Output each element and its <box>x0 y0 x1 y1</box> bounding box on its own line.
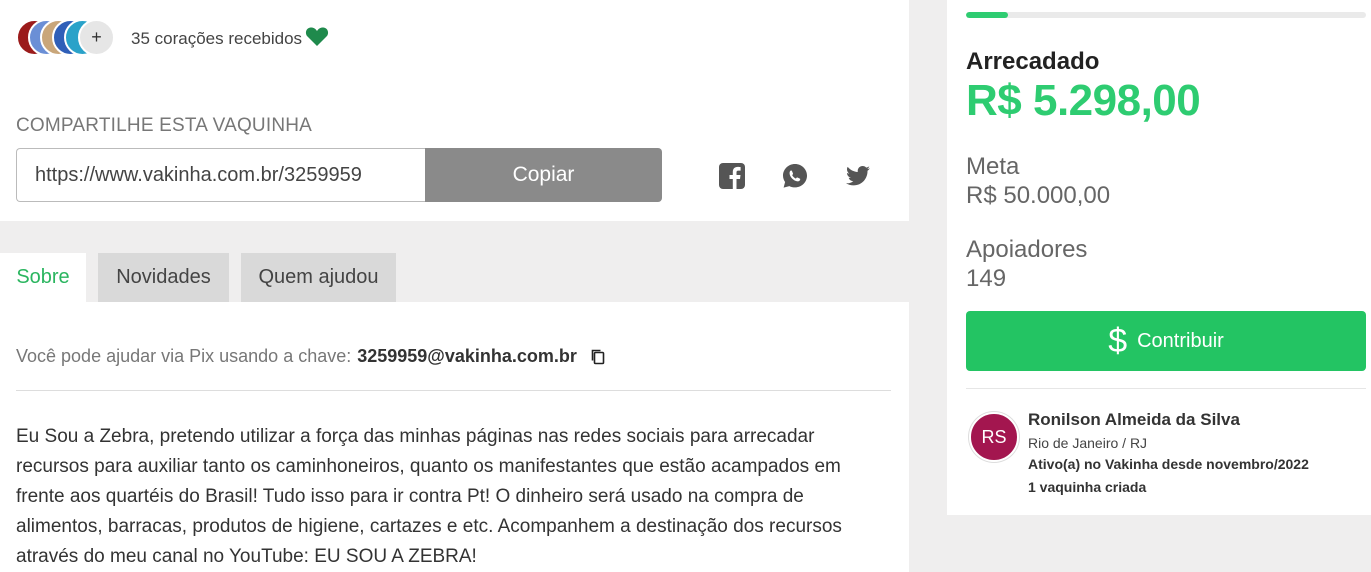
more-avatars-button[interactable]: + <box>78 19 115 56</box>
dollar-icon: $ <box>1108 322 1128 360</box>
pix-info: Você pode ajudar via Pix usando a chave:… <box>16 346 606 367</box>
about-content: Você pode ajudar via Pix usando a chave:… <box>0 302 909 572</box>
whatsapp-icon[interactable] <box>781 162 809 190</box>
share-url-input[interactable] <box>16 148 428 202</box>
copy-url-button[interactable]: Copiar <box>425 148 662 202</box>
tab-novidades[interactable]: Novidades <box>98 253 229 302</box>
supporter-avatars[interactable]: + <box>16 19 116 56</box>
copy-icon[interactable] <box>590 348 606 366</box>
share-card: + 35 corações recebidos COMPARTILHE ESTA… <box>0 0 909 221</box>
campaign-summary: Arrecadado R$ 5.298,00 Meta R$ 50.000,00… <box>947 0 1371 515</box>
raised-label: Arrecadado <box>966 48 1100 75</box>
progress-bar <box>966 12 1366 18</box>
owner-avatar[interactable]: RS <box>969 412 1019 462</box>
progress-fill <box>966 12 1009 18</box>
divider <box>966 388 1366 389</box>
raised-value: R$ 5.298,00 <box>966 76 1201 125</box>
supporters-value: 149 <box>966 265 1007 292</box>
tabs: Sobre Novidades Quem ajudou <box>0 253 909 302</box>
tab-sobre[interactable]: Sobre <box>0 253 86 302</box>
facebook-icon[interactable] <box>718 162 746 190</box>
tab-quem-ajudou[interactable]: Quem ajudou <box>241 253 396 302</box>
pix-text: Você pode ajudar via Pix usando a chave: <box>16 346 352 366</box>
pix-key[interactable]: 3259959@vakinha.com.br <box>357 346 577 366</box>
hearts-count: 35 corações recebidos <box>131 29 303 48</box>
share-title: COMPARTILHE ESTA VAQUINHA <box>16 115 313 136</box>
owner-campaigns: 1 vaquinha criada <box>1028 479 1147 495</box>
goal-label: Meta <box>966 153 1020 180</box>
left-column: + 35 corações recebidos COMPARTILHE ESTA… <box>0 0 909 572</box>
owner-name[interactable]: Ronilson Almeida da Silva <box>1028 410 1240 430</box>
owner-since: Ativo(a) no Vakinha desde novembro/2022 <box>1028 456 1309 472</box>
owner-location: Rio de Janeiro / RJ <box>1028 435 1148 451</box>
divider <box>16 390 891 391</box>
contribute-button[interactable]: $ Contribuir <box>966 311 1366 371</box>
contribute-label: Contribuir <box>1137 329 1224 352</box>
heart-icon <box>305 27 329 46</box>
supporters-label: Apoiadores <box>966 236 1088 263</box>
campaign-description: Eu Sou a Zebra, pretendo utilizar a forç… <box>16 426 842 567</box>
twitter-icon[interactable] <box>844 162 872 190</box>
goal-value: R$ 50.000,00 <box>966 182 1111 209</box>
